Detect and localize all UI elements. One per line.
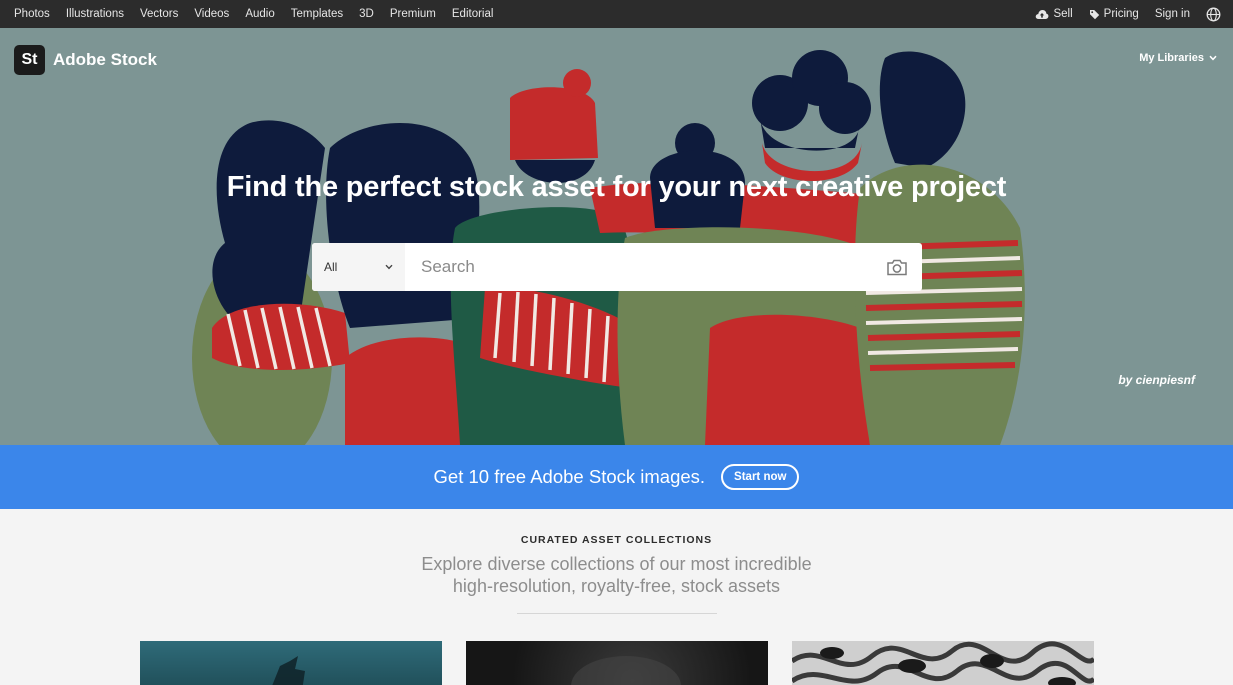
- nav-3d[interactable]: 3D: [359, 8, 374, 20]
- brand-name: Adobe Stock: [53, 50, 157, 69]
- my-libraries-button[interactable]: My Libraries: [1139, 52, 1217, 64]
- section-divider: [517, 613, 717, 614]
- collection-card-2[interactable]: [466, 641, 768, 685]
- promo-text: Get 10 free Adobe Stock images.: [433, 466, 706, 487]
- visual-search-button[interactable]: [872, 243, 922, 291]
- collection-thumbnail-1: [272, 656, 305, 685]
- sell-label: Sell: [1053, 8, 1073, 20]
- cloud-upload-icon: [1036, 9, 1049, 19]
- chevron-down-icon: [385, 264, 393, 270]
- subtitle-line-1: Explore diverse collections of our most …: [421, 554, 812, 574]
- camera-icon: [887, 259, 907, 275]
- free-trial-banner: Get 10 free Adobe Stock images. Start no…: [0, 445, 1233, 509]
- search-input[interactable]: [405, 243, 872, 291]
- collection-card-1[interactable]: [140, 641, 442, 685]
- nav-illustrations[interactable]: Illustrations: [66, 8, 124, 20]
- chevron-down-icon: [1209, 55, 1217, 61]
- pricing-label: Pricing: [1103, 8, 1139, 20]
- hero-banner: St Adobe Stock My Libraries Find the per…: [0, 28, 1233, 445]
- artist-credit[interactable]: by cienpiesnf: [1118, 373, 1195, 387]
- nav-editorial[interactable]: Editorial: [452, 8, 494, 20]
- nav-premium[interactable]: Premium: [390, 8, 436, 20]
- search-bar: All: [312, 243, 922, 291]
- collection-thumbnail-2: [571, 656, 681, 685]
- curated-collections-section: CURATED ASSET COLLECTIONS Explore divers…: [0, 509, 1233, 685]
- nav-photos[interactable]: Photos: [14, 8, 50, 20]
- collection-card-3[interactable]: [792, 641, 1094, 685]
- my-libraries-label: My Libraries: [1139, 52, 1204, 64]
- hero-headline: Find the perfect stock asset for your ne…: [226, 171, 1007, 203]
- adobe-stock-logo: St: [14, 45, 45, 75]
- top-navigation: Photos Illustrations Vectors Videos Audi…: [0, 0, 1233, 28]
- section-subtitle: Explore diverse collections of our most …: [0, 553, 1233, 597]
- hero-illustration: [192, 50, 1025, 445]
- collection-thumbnail-3: [792, 641, 1094, 685]
- subtitle-line-2: high-resolution, royalty-free, stock ass…: [452, 576, 781, 596]
- nav-templates[interactable]: Templates: [291, 8, 343, 20]
- asset-type-nav: Photos Illustrations Vectors Videos Audi…: [14, 8, 493, 20]
- search-scope-value: All: [324, 260, 338, 274]
- nav-audio[interactable]: Audio: [245, 8, 274, 20]
- start-now-button[interactable]: Start now: [721, 464, 800, 490]
- globe-icon[interactable]: [1206, 7, 1221, 22]
- sell-link[interactable]: Sell: [1035, 8, 1073, 20]
- section-eyebrow: CURATED ASSET COLLECTIONS: [520, 534, 713, 546]
- search-scope-dropdown[interactable]: All: [312, 243, 405, 291]
- account-nav: Sell Pricing Sign in: [1035, 7, 1221, 22]
- sign-in-link[interactable]: Sign in: [1155, 8, 1190, 20]
- price-tag-icon: [1089, 9, 1099, 19]
- adobe-stock-logo-link[interactable]: St Adobe Stock: [14, 45, 157, 75]
- nav-videos[interactable]: Videos: [194, 8, 229, 20]
- pricing-link[interactable]: Pricing: [1089, 8, 1139, 20]
- nav-vectors[interactable]: Vectors: [140, 8, 178, 20]
